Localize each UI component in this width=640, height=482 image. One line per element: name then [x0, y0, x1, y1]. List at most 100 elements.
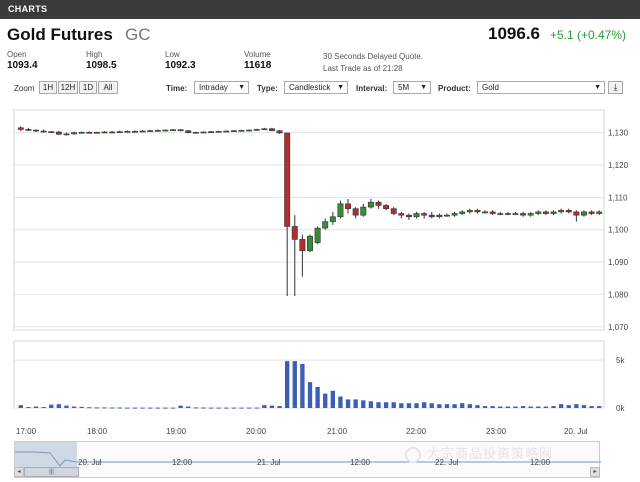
navigator-label: 20. Jul: [78, 458, 102, 467]
candle-body: [71, 132, 78, 135]
price-panel-frame: [13, 109, 605, 331]
volume-bar: [71, 406, 77, 408]
candle-body: [436, 214, 443, 218]
price-chart[interactable]: 1,130 1,120 1,110 1,100 1,090 1,080 1,070 5k 0k: [0, 0, 640, 482]
candle-body: [33, 129, 39, 132]
candle-body: [170, 129, 176, 132]
navigator-selection[interactable]: [15, 442, 77, 467]
volume-bar: [285, 361, 290, 408]
volume-bar: [543, 406, 549, 408]
watermark: 大宗商品投资策略网: [405, 443, 553, 463]
navigator-label: 12:00: [172, 458, 193, 467]
navigator-label: 12:00: [350, 458, 371, 467]
candle-body: [504, 213, 511, 215]
candle-body: [588, 211, 595, 214]
candle-body: [40, 130, 47, 133]
candle-body: [581, 211, 587, 216]
volume-bar: [148, 407, 153, 409]
volume-bar: [323, 393, 328, 408]
candle-body: [337, 203, 344, 218]
scroll-left-button[interactable]: ◂: [14, 467, 24, 477]
candle-body: [497, 213, 504, 215]
candle-body: [238, 130, 245, 132]
volume-bar: [551, 406, 556, 408]
volume-tick-label: 0k: [616, 404, 625, 413]
candle-body: [55, 131, 62, 135]
volume-bar: [482, 406, 488, 408]
candle-body: [444, 214, 450, 217]
candle-body: [208, 131, 215, 133]
volume-bar: [353, 399, 358, 408]
volume-bar: [49, 404, 54, 408]
candle-body: [489, 211, 496, 214]
volume-bar: [277, 406, 282, 408]
volume-bar: [292, 361, 297, 408]
wechat-icon: [405, 446, 421, 463]
candle-body: [482, 211, 489, 214]
time-tick: 17:00: [16, 427, 37, 436]
candle-body: [276, 130, 283, 134]
volume-bar: [475, 405, 480, 408]
candle-body: [413, 213, 420, 218]
candle-body: [314, 227, 321, 243]
volume-bar: [505, 406, 511, 408]
time-tick: 21:00: [327, 427, 348, 436]
candle-body: [261, 128, 268, 131]
candle-body: [345, 203, 352, 209]
candle-body: [63, 133, 70, 136]
candle-body: [512, 213, 519, 215]
candle-body: [162, 129, 169, 132]
volume-tick-label: 5k: [616, 356, 625, 365]
volume-bar: [201, 407, 206, 409]
candle-body: [86, 132, 93, 134]
volume-bar: [376, 402, 381, 408]
volume-bar: [460, 403, 465, 408]
candle-body: [451, 213, 458, 216]
candle-body: [185, 130, 192, 133]
volume-bar: [558, 404, 564, 408]
volume-bar: [140, 407, 145, 409]
candle-body: [596, 211, 603, 214]
candle-body: [268, 128, 275, 132]
candle-body: [459, 211, 466, 214]
candle-body: [535, 211, 542, 214]
volume-bar: [18, 405, 23, 408]
price-tick-label: 1,100: [608, 226, 629, 235]
price-tick-label: 1,070: [608, 323, 629, 332]
scrollbar-thumb[interactable]: |||: [24, 467, 79, 477]
candle-body: [527, 213, 534, 216]
candle-body: [360, 206, 367, 216]
volume-bar: [338, 396, 343, 408]
volume-bar: [163, 407, 168, 409]
volume-bar: [79, 406, 84, 408]
volume-bar: [581, 405, 587, 408]
volume-bar: [452, 404, 457, 408]
candle-body: [474, 209, 481, 213]
volume-bar: [239, 407, 244, 409]
navigator-label: 21. Jul: [257, 458, 281, 467]
candle-body: [192, 132, 199, 134]
candle-body: [466, 209, 473, 213]
price-tick-label: 1,090: [608, 258, 629, 267]
time-tick: 22:00: [406, 427, 427, 436]
volume-bar: [437, 404, 442, 408]
candle-body: [48, 131, 55, 133]
volume-bar: [421, 402, 427, 408]
volume-bar: [56, 404, 62, 408]
candle-body: [230, 130, 237, 133]
time-tick: 23:00: [486, 427, 507, 436]
volume-bar: [269, 405, 275, 408]
volume-bar: [262, 405, 267, 408]
price-tick-label: 1,080: [608, 290, 629, 299]
scroll-right-button[interactable]: ▸: [590, 467, 600, 477]
candle-body: [215, 131, 222, 133]
candle-body: [101, 131, 108, 134]
volume-bar: [132, 407, 138, 409]
candle-body: [322, 221, 329, 229]
candle-body: [421, 213, 428, 216]
volume-bar: [330, 390, 335, 408]
candle-body: [375, 201, 382, 206]
volume-bar: [64, 405, 69, 408]
price-tick-label: 1,110: [608, 193, 628, 202]
volume-bar: [246, 407, 252, 409]
